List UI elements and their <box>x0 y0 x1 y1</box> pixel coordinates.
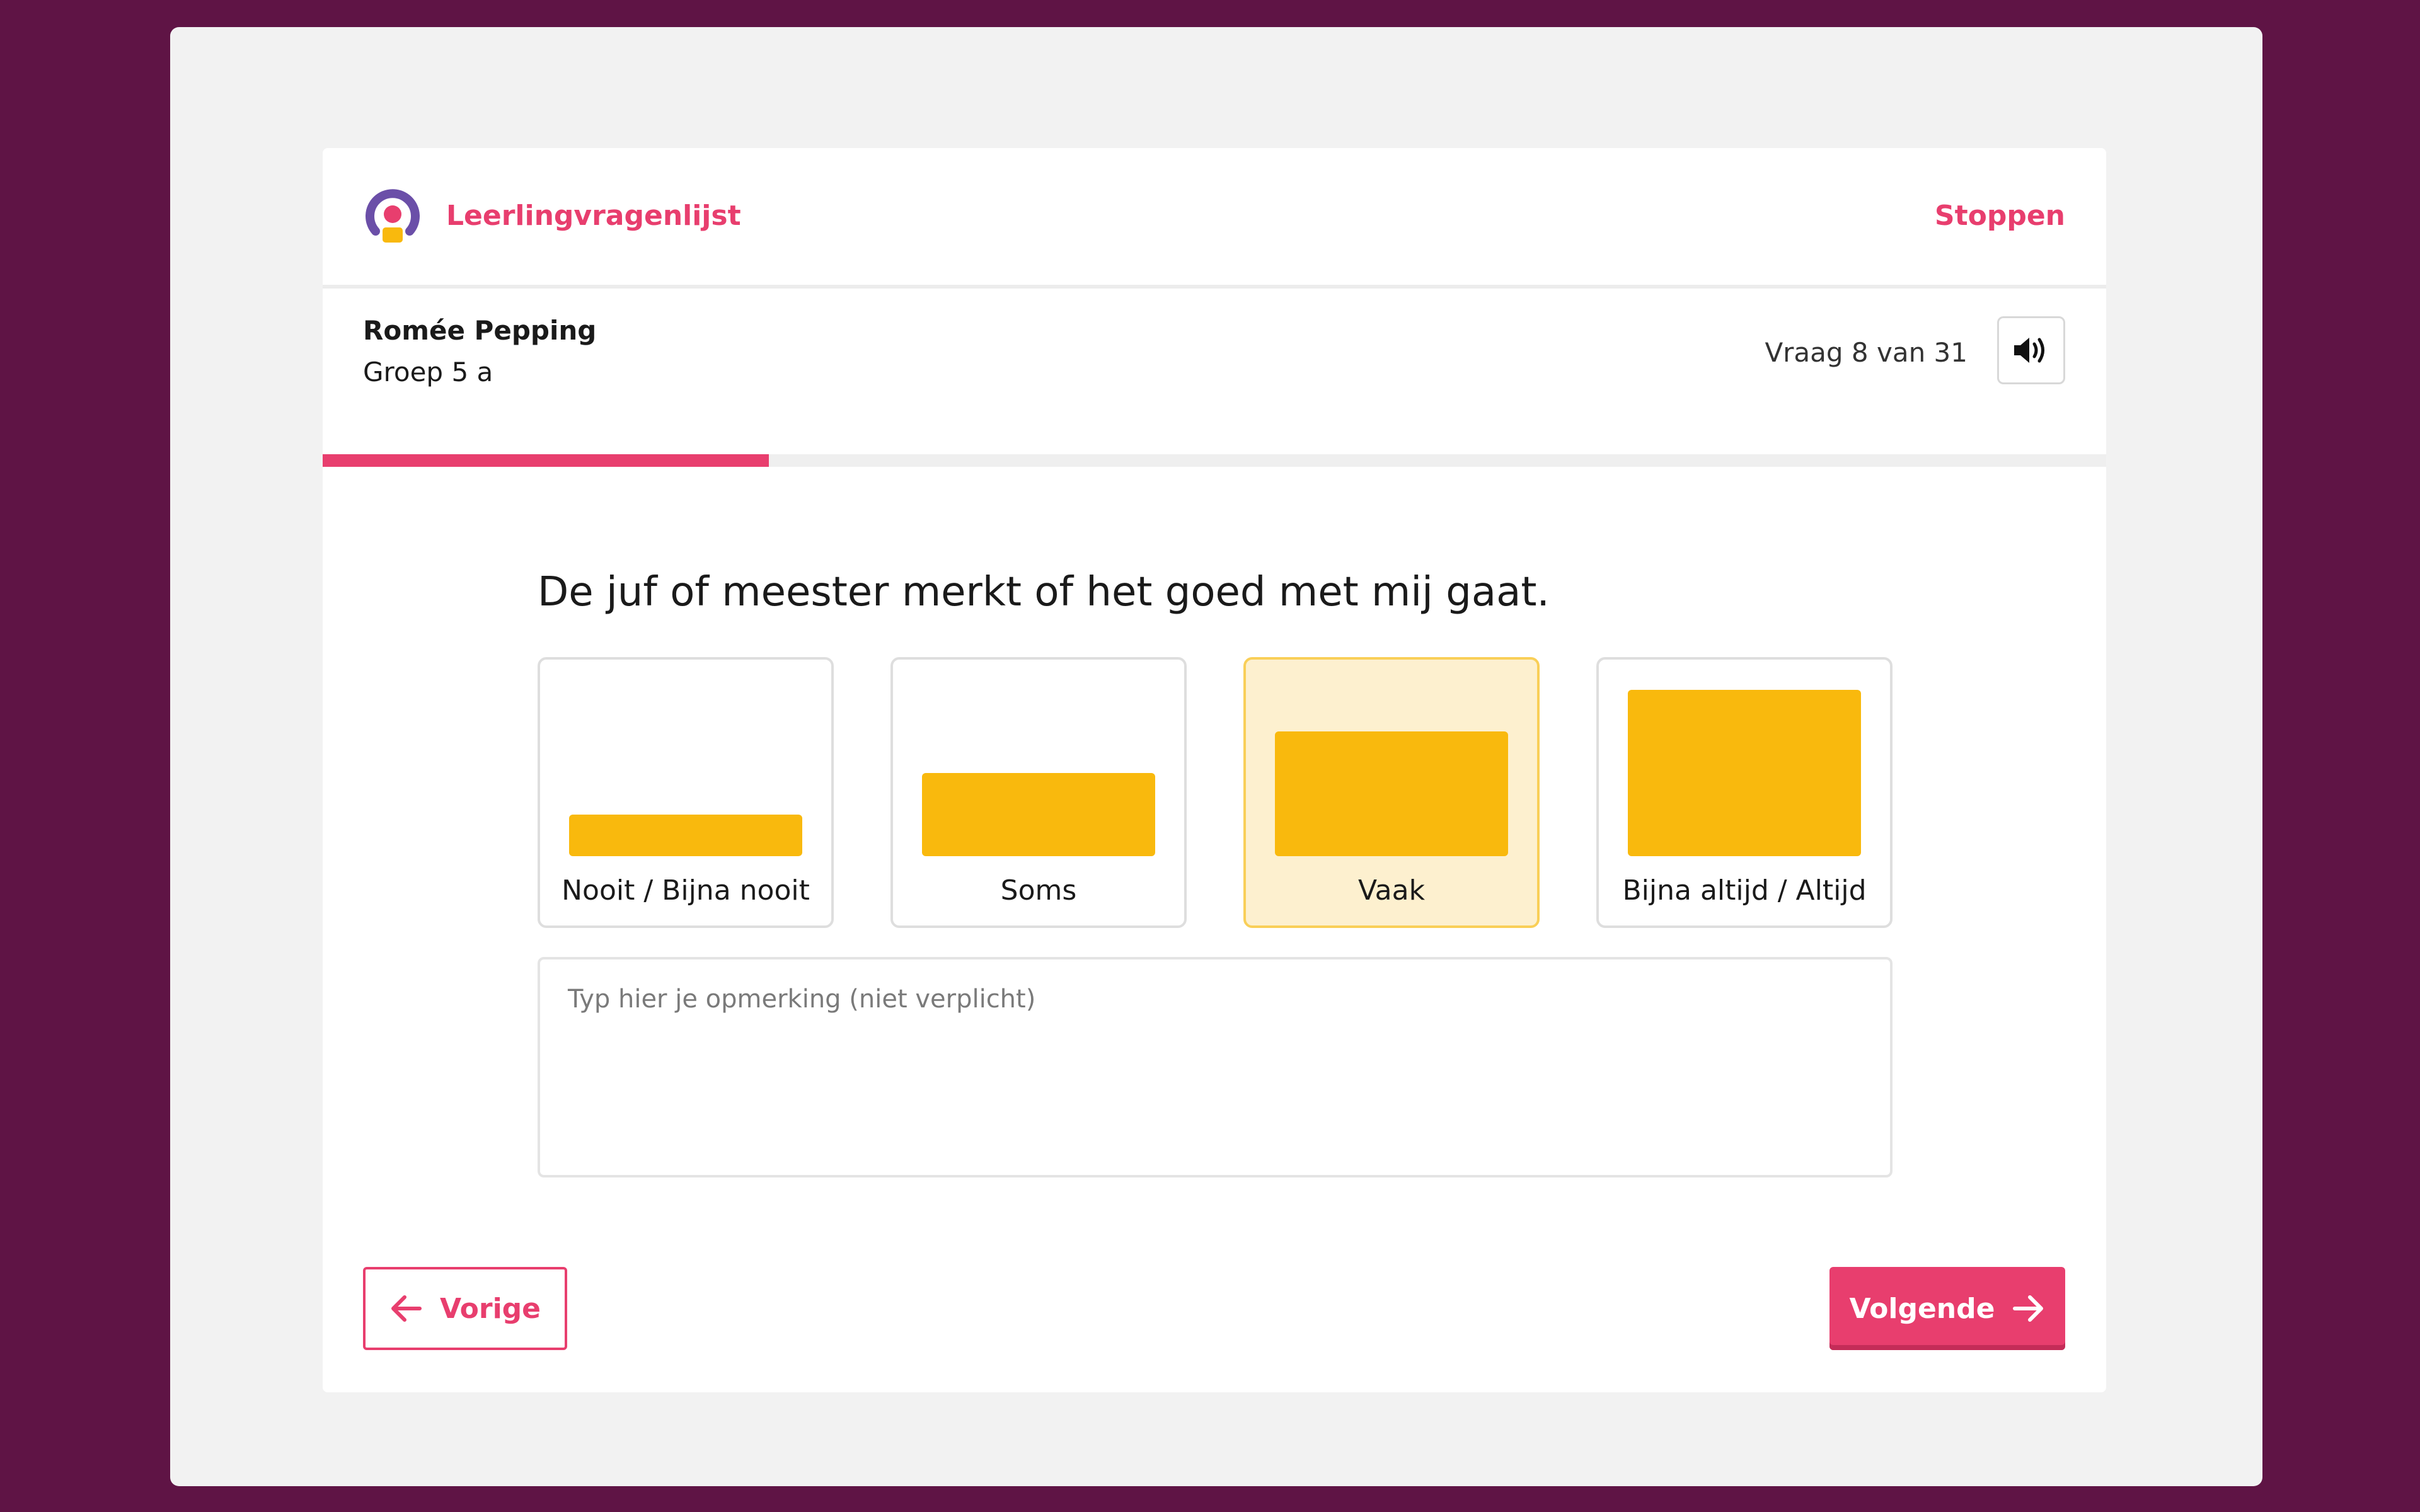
answer-level-bar <box>1628 690 1861 856</box>
app-screen: Leerlingvragenlijst Stoppen Romée Peppin… <box>170 27 2262 1486</box>
answer-option-label: Soms <box>1000 874 1077 907</box>
app-header: Leerlingvragenlijst Stoppen <box>323 148 2106 289</box>
answer-option-altijd[interactable]: Bijna altijd / Altijd <box>1596 657 1893 928</box>
answer-level-bar <box>1275 731 1508 856</box>
previous-button[interactable]: Vorige <box>363 1267 567 1350</box>
app-title: Leerlingvragenlijst <box>446 200 741 232</box>
answer-option-label: Nooit / Bijna nooit <box>562 874 810 907</box>
read-aloud-button[interactable] <box>1997 316 2065 384</box>
student-group: Groep 5 a <box>363 357 493 387</box>
answer-option-label: Bijna altijd / Altijd <box>1622 874 1867 907</box>
arrow-right-icon <box>2012 1295 2045 1322</box>
answer-option-label: Vaak <box>1357 874 1426 907</box>
speaker-icon <box>2013 336 2049 364</box>
answer-level-bar <box>922 773 1155 856</box>
answer-option-vaak[interactable]: Vaak <box>1243 657 1540 928</box>
questionnaire-logo-icon <box>363 186 422 245</box>
previous-button-label: Vorige <box>440 1292 541 1325</box>
questionnaire-card: Leerlingvragenlijst Stoppen Romée Peppin… <box>323 148 2106 1392</box>
comment-input[interactable] <box>538 957 1893 1177</box>
next-button[interactable]: Volgende <box>1829 1267 2065 1350</box>
next-button-label: Volgende <box>1849 1292 1995 1325</box>
answer-option-soms[interactable]: Soms <box>890 657 1187 928</box>
answer-options: Nooit / Bijna nooit Soms Vaak Bijna alti… <box>538 657 1893 928</box>
stop-link[interactable]: Stoppen <box>1935 200 2065 232</box>
question-counter: Vraag 8 van 31 <box>1765 337 1968 368</box>
answer-level-bar <box>569 815 802 856</box>
answer-option-nooit[interactable]: Nooit / Bijna nooit <box>538 657 834 928</box>
question-text: De juf of meester merkt of het goed met … <box>538 569 1550 616</box>
student-name: Romée Pepping <box>363 315 597 346</box>
student-info: Romée Pepping Groep 5 a Vraag 8 van 31 <box>323 289 2106 433</box>
arrow-left-icon <box>389 1295 422 1322</box>
progress-bar-fill <box>323 454 769 467</box>
progress-bar <box>323 454 2106 467</box>
